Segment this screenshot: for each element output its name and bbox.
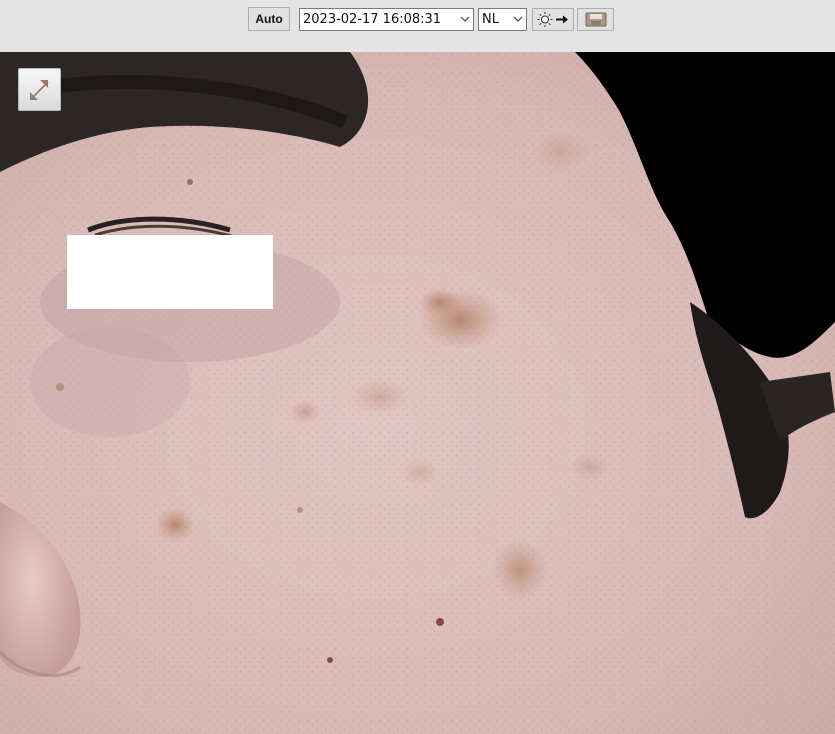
chevron-down-icon — [460, 16, 470, 22]
privacy-redaction-box — [67, 235, 273, 309]
expand-button[interactable] — [18, 68, 61, 111]
face-skin-photo — [0, 52, 835, 734]
date-select[interactable]: 2023-02-17 16:08:31 — [299, 8, 474, 31]
auto-button[interactable]: Auto — [248, 7, 290, 31]
image-viewer[interactable] — [0, 52, 835, 734]
sun-arrow-icon — [537, 12, 568, 27]
date-select-value: 2023-02-17 16:08:31 — [303, 12, 442, 27]
mode-select[interactable]: NL — [478, 8, 527, 31]
brightness-button[interactable] — [532, 8, 574, 31]
save-icon — [585, 12, 606, 27]
save-button[interactable] — [577, 8, 614, 31]
expand-diagonal-icon — [29, 79, 49, 100]
toolbar: Auto 2023-02-17 16:08:31 NL — [0, 0, 835, 52]
chevron-down-icon — [513, 16, 523, 22]
mode-select-value: NL — [482, 12, 499, 27]
